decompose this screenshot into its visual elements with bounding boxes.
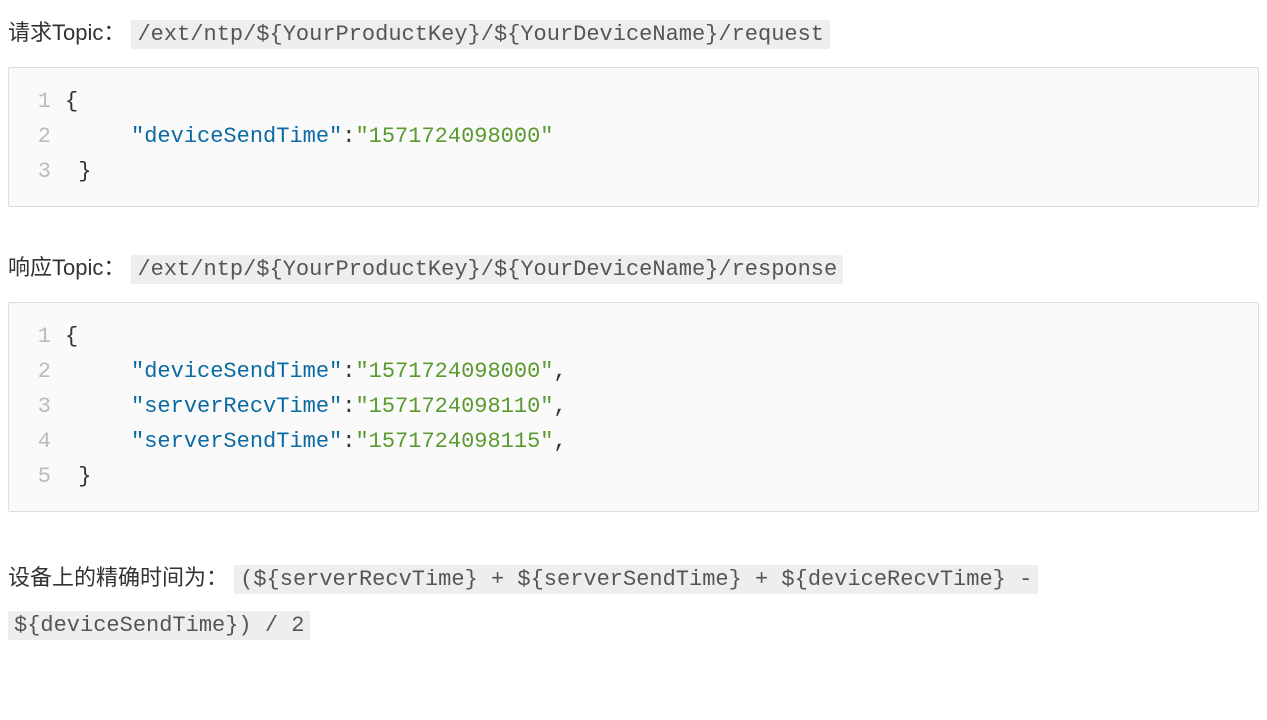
code-token: "1571724098110" bbox=[355, 394, 553, 419]
code-token: "deviceSendTime" bbox=[131, 359, 342, 384]
code-line: 2 "deviceSendTime":"1571724098000" bbox=[23, 119, 1244, 154]
code-line: 3 } bbox=[23, 154, 1244, 189]
code-token: : bbox=[342, 359, 355, 384]
response-topic-line: 响应Topic： /ext/ntp/${YourProductKey}/${Yo… bbox=[8, 251, 1259, 286]
code-token: } bbox=[65, 159, 91, 184]
line-number: 2 bbox=[23, 119, 65, 154]
request-code-block: 1{2 "deviceSendTime":"1571724098000"3 } bbox=[8, 67, 1259, 207]
code-token: "serverSendTime" bbox=[131, 429, 342, 454]
code-token: : bbox=[342, 429, 355, 454]
line-number: 4 bbox=[23, 424, 65, 459]
code-line: 5 } bbox=[23, 459, 1244, 494]
line-number: 3 bbox=[23, 389, 65, 424]
code-token: "serverRecvTime" bbox=[131, 394, 342, 419]
formula-line: 设备上的精确时间为： (${serverRecvTime} + ${server… bbox=[8, 556, 1259, 648]
code-token: , bbox=[554, 394, 567, 419]
code-token: "deviceSendTime" bbox=[131, 124, 342, 149]
code-token: : bbox=[342, 394, 355, 419]
code-line: 1{ bbox=[23, 319, 1244, 354]
code-token: "1571724098000" bbox=[355, 359, 553, 384]
code-token bbox=[65, 394, 131, 419]
code-token: { bbox=[65, 324, 78, 349]
request-topic-label: 请求Topic： bbox=[8, 20, 125, 45]
code-token: "1571724098115" bbox=[355, 429, 553, 454]
code-line: 3 "serverRecvTime":"1571724098110", bbox=[23, 389, 1244, 424]
formula-label: 设备上的精确时间为： bbox=[8, 565, 228, 590]
code-token: , bbox=[554, 429, 567, 454]
code-token: , bbox=[554, 359, 567, 384]
code-token: "1571724098000" bbox=[355, 124, 553, 149]
formula-code-part1: (${serverRecvTime} + ${serverSendTime} +… bbox=[234, 565, 1038, 594]
formula-code-part2: ${deviceSendTime}) / 2 bbox=[8, 611, 310, 640]
line-number: 3 bbox=[23, 154, 65, 189]
code-token bbox=[65, 429, 131, 454]
code-token: { bbox=[65, 89, 78, 114]
request-topic-line: 请求Topic： /ext/ntp/${YourProductKey}/${Yo… bbox=[8, 16, 1259, 51]
line-number: 1 bbox=[23, 84, 65, 119]
line-number: 2 bbox=[23, 354, 65, 389]
code-line: 4 "serverSendTime":"1571724098115", bbox=[23, 424, 1244, 459]
code-token bbox=[65, 359, 131, 384]
code-token: } bbox=[65, 464, 91, 489]
code-line: 2 "deviceSendTime":"1571724098000", bbox=[23, 354, 1244, 389]
code-token: : bbox=[342, 124, 355, 149]
request-topic-code: /ext/ntp/${YourProductKey}/${YourDeviceN… bbox=[131, 20, 830, 49]
code-token bbox=[65, 124, 131, 149]
line-number: 1 bbox=[23, 319, 65, 354]
response-code-block: 1{2 "deviceSendTime":"1571724098000",3 "… bbox=[8, 302, 1259, 512]
response-topic-code: /ext/ntp/${YourProductKey}/${YourDeviceN… bbox=[131, 255, 843, 284]
response-topic-label: 响应Topic： bbox=[8, 255, 125, 280]
line-number: 5 bbox=[23, 459, 65, 494]
code-line: 1{ bbox=[23, 84, 1244, 119]
